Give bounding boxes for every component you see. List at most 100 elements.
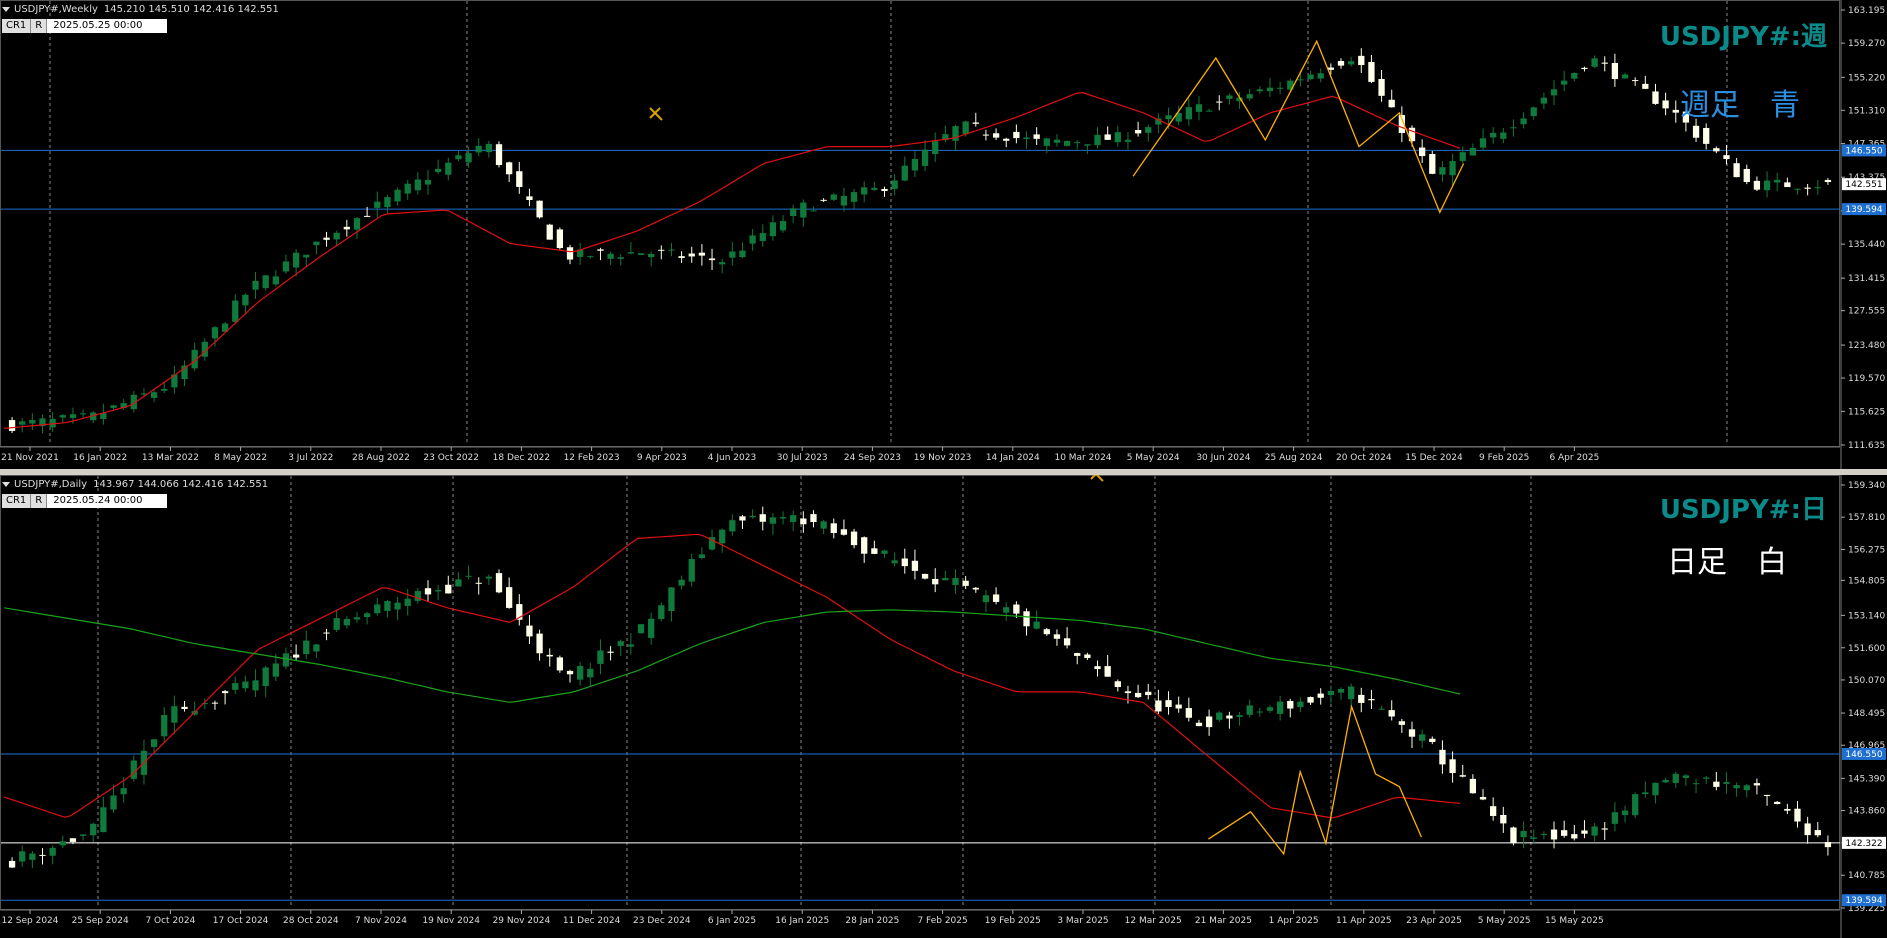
candle-body (69, 414, 77, 418)
candle-body (749, 515, 756, 518)
candle-body (475, 582, 482, 584)
collapse-triangle-icon[interactable] (2, 481, 10, 487)
candle-body (556, 657, 564, 671)
candle-body (1419, 734, 1426, 741)
candle-body (850, 192, 858, 202)
candle-body (1327, 691, 1334, 696)
daily-r-button[interactable]: R (31, 494, 48, 508)
date-tick-label: 3 Mar 2025 (1057, 916, 1108, 926)
date-tick-label: 15 May 2025 (1545, 916, 1604, 926)
daily-cr-button[interactable]: CR1 (2, 494, 32, 508)
weekly-r-button[interactable]: R (31, 19, 48, 33)
candle-body (1490, 132, 1497, 138)
price-tick-label: 135.440 (1848, 240, 1885, 250)
date-tick-label: 6 Apr 2025 (1549, 453, 1599, 463)
price-tick-label: 150.070 (1848, 676, 1885, 686)
candle-body (19, 851, 26, 862)
candle-body (1074, 142, 1081, 144)
candle-body (840, 529, 848, 535)
candle-body (29, 420, 36, 424)
candle-body (1743, 168, 1750, 182)
weekly-chart-pane[interactable]: 163.195159.270155.220151.310147.365143.3… (0, 0, 1887, 469)
candle-body (1804, 187, 1811, 189)
candle-body (921, 573, 929, 579)
price-label-text: 139.594 (1845, 896, 1882, 906)
weekly-cr-button[interactable]: CR1 (2, 19, 32, 33)
price-label-text: 142.551 (1845, 180, 1882, 190)
candle-body (221, 691, 229, 694)
price-label-text: 139.594 (1845, 205, 1882, 215)
candle-body (506, 162, 513, 175)
candle-body (1124, 691, 1132, 694)
candle-body (1013, 604, 1020, 614)
candle-body (171, 706, 178, 723)
price-tick-label: 148.495 (1848, 709, 1885, 719)
candle-body (1682, 775, 1690, 778)
candle-body (566, 247, 574, 260)
candle-body (1804, 823, 1811, 836)
collapse-triangle-icon[interactable] (2, 6, 10, 12)
daily-date-field[interactable]: 2025.05.24 00:00 (47, 494, 168, 508)
date-tick-label: 19 Nov 2024 (422, 916, 480, 926)
candle-body (1743, 785, 1750, 791)
weekly-time-box: CR1 R 2025.05.25 00:00 (2, 19, 168, 33)
candle-body (1297, 701, 1304, 708)
candle-body (1713, 148, 1720, 152)
candle-body (1205, 110, 1213, 112)
weekly-date-field[interactable]: 2025.05.25 00:00 (47, 19, 168, 33)
candle-body (1530, 837, 1537, 839)
candle-body (434, 590, 442, 592)
candle-body (1074, 653, 1081, 656)
date-tick-label: 18 Dec 2022 (493, 453, 551, 463)
daily-chart[interactable]: 159.340 157.810 156.275 154.805 153.140 151.6… (0, 475, 1887, 938)
candle-body (1449, 160, 1456, 176)
candle-body (323, 632, 330, 634)
candle-body (292, 252, 300, 268)
candle-body (1824, 842, 1832, 848)
candle-body (729, 251, 736, 258)
candle-body (719, 529, 726, 544)
candle-body (698, 554, 706, 559)
price-label-text: 142.322 (1845, 839, 1882, 849)
candle-body (353, 218, 361, 230)
candle-body (1317, 73, 1324, 79)
candle-body (1814, 187, 1821, 189)
candle-body (1134, 692, 1142, 698)
daily-chart-pane[interactable]: 159.340 157.810 156.275 154.805 153.140 151.6… (0, 475, 1887, 938)
candle-body (282, 653, 290, 667)
candle-body (1276, 701, 1284, 714)
candle-body (1723, 782, 1730, 784)
candle-body (1753, 783, 1761, 786)
candle-body (658, 249, 665, 251)
candle-body (1642, 83, 1649, 89)
candle-body (343, 226, 350, 230)
candle-body (1469, 778, 1477, 794)
price-tick-label: 157.810 (1848, 513, 1885, 523)
candle-body (1621, 810, 1629, 816)
candle-body (475, 145, 482, 153)
candle-body (19, 421, 26, 425)
price-tick-label: 151.600 (1848, 644, 1885, 654)
candle-body (495, 144, 503, 166)
price-tick-label: 127.555 (1848, 307, 1885, 317)
candle-body (1601, 62, 1608, 64)
weekly-note: 週足 青 (1680, 88, 1800, 123)
candle-body (100, 807, 107, 833)
candle-body (313, 241, 320, 246)
candle-body (1317, 693, 1324, 698)
date-tick-label: 11 Dec 2024 (563, 916, 621, 926)
candle-body (972, 587, 979, 590)
candle-body (617, 257, 624, 259)
candle-body (790, 208, 797, 217)
candle-body (1500, 132, 1507, 139)
date-tick-label: 28 Aug 2022 (352, 453, 410, 463)
candle-body (49, 847, 56, 856)
candle-body (343, 618, 350, 626)
candle-body (708, 258, 716, 261)
candle-body (1763, 794, 1771, 796)
candle-body (810, 514, 817, 523)
candle-body (374, 201, 381, 208)
candle-body (1398, 721, 1406, 725)
weekly-chart[interactable]: 163.195159.270155.220151.310147.365143.3… (0, 0, 1887, 469)
price-tick-label: 155.220 (1848, 73, 1885, 83)
